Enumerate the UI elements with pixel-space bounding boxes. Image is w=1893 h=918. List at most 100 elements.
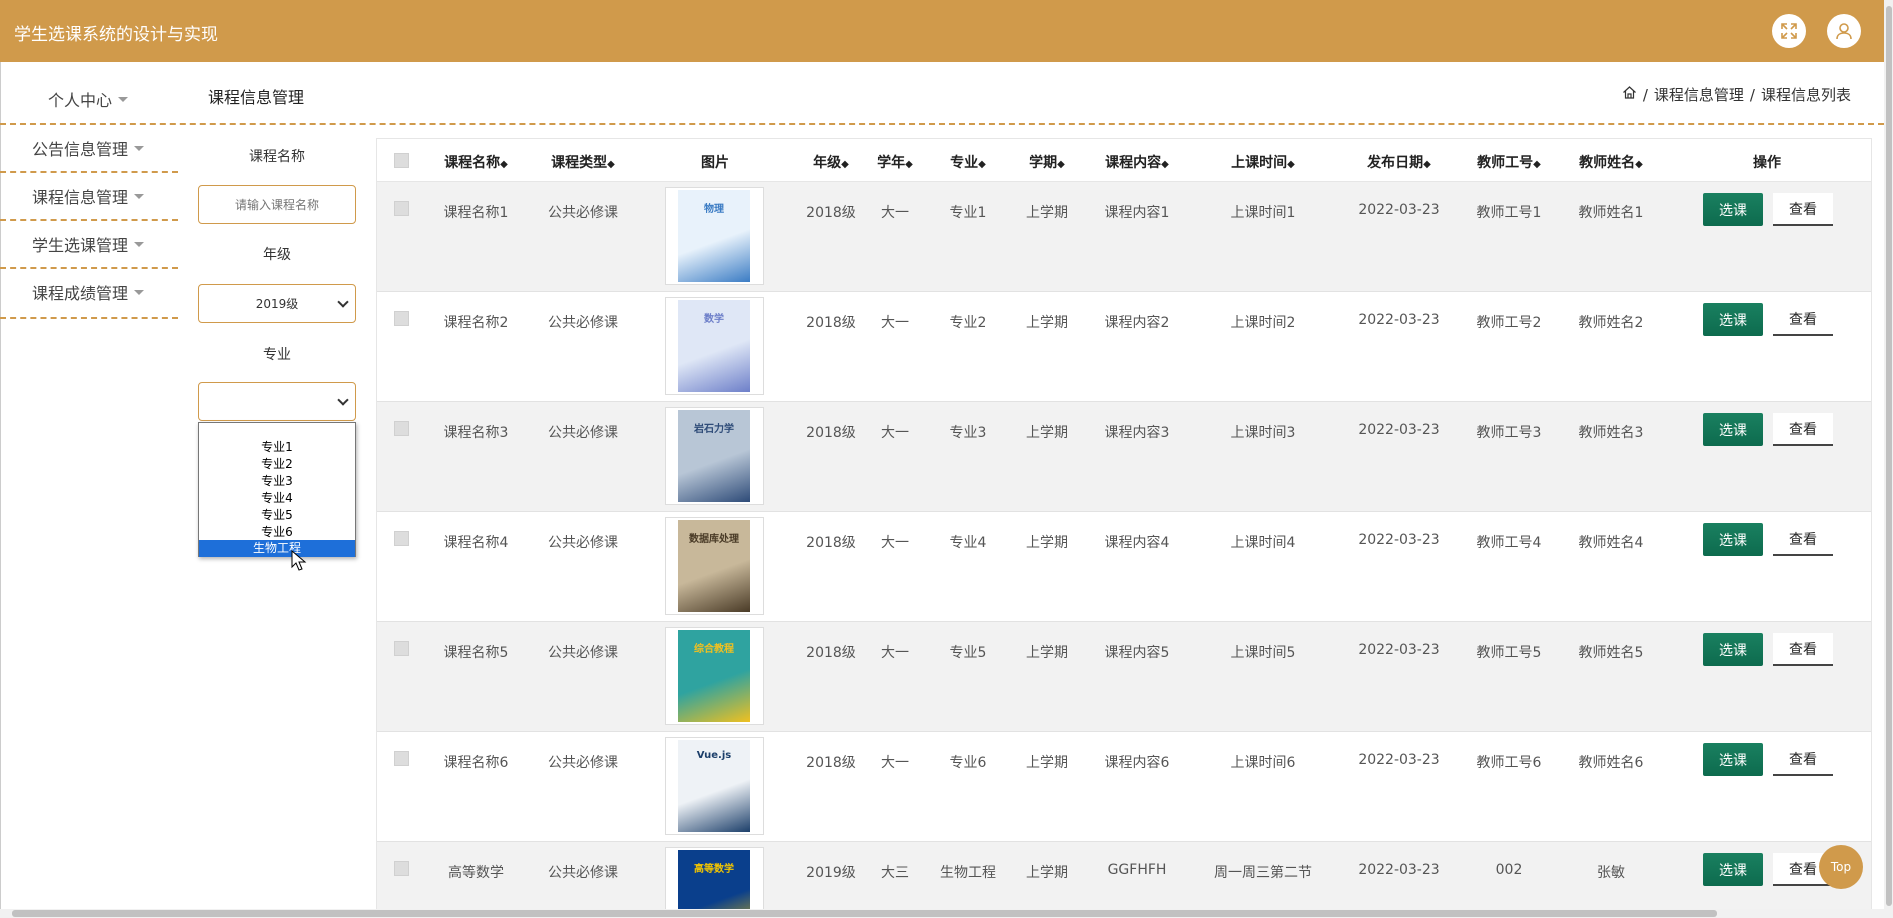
row-checkbox[interactable] <box>394 861 409 876</box>
select-course-button[interactable]: 选课 <box>1703 633 1763 666</box>
select-all-checkbox[interactable] <box>394 153 409 168</box>
cell-time: 上课时间4 <box>1230 535 1296 551</box>
cell-type: 公共必修课 <box>548 205 618 221</box>
select-course-button[interactable]: 选课 <box>1703 853 1763 886</box>
table-header: 课程名称◆ 课程类型◆ 图片 年级◆ 学年◆ 专业◆ 学期◆ 课程内容◆ 上课时… <box>377 139 1871 182</box>
cell-content: 课程内容3 <box>1104 425 1170 441</box>
cell-grade: 2018级 <box>806 645 856 661</box>
dropdown-option[interactable]: 专业4 <box>199 490 355 507</box>
cell-content: 课程内容6 <box>1104 755 1170 771</box>
table-row: 课程名称4 公共必修课 2018级 大一 专业4 上学期 课程内容4 上课时间4 2022-03… <box>377 512 1871 622</box>
page-title: 课程信息管理 <box>208 88 305 107</box>
dropdown-option[interactable]: 专业6 <box>199 524 355 541</box>
header-content[interactable]: 课程内容◆ <box>1105 152 1169 172</box>
cell-tid: 教师工号6 <box>1476 755 1542 771</box>
view-button[interactable]: 查看 <box>1773 633 1833 666</box>
course-image: 数据库处理 <box>665 517 764 615</box>
cell-tid: 教师工号3 <box>1476 425 1542 441</box>
cell-year: 大一 <box>881 315 909 331</box>
row-checkbox[interactable] <box>394 421 409 436</box>
user-icon[interactable] <box>1827 14 1861 48</box>
cell-name: 高等数学 <box>448 865 504 881</box>
select-course-button[interactable]: 选课 <box>1703 193 1763 226</box>
cell-time: 上课时间2 <box>1230 315 1296 331</box>
back-to-top-button[interactable]: Top <box>1819 845 1863 889</box>
cell-tname: 教师姓名6 <box>1578 755 1644 771</box>
grade-select[interactable]: 2019级 <box>198 284 356 323</box>
major-dropdown-list: 专业1 专业2 专业3 专业4 专业5 专业6 生物工程 <box>198 422 356 557</box>
table-row: 课程名称2 公共必修课 2018级 大一 专业2 上学期 课程内容2 上课时间2 2022-03… <box>377 292 1871 402</box>
sidebar-item-label: 课程信息管理 <box>32 188 129 207</box>
cell-grade: 2018级 <box>806 535 856 551</box>
book-cover-title: 高等数学 <box>694 864 734 875</box>
cell-grade: 2018级 <box>806 755 856 771</box>
header-grade[interactable]: 年级◆ <box>813 152 849 172</box>
view-button[interactable]: 查看 <box>1773 523 1833 556</box>
cell-grade: 2018级 <box>806 205 856 221</box>
view-button[interactable]: 查看 <box>1773 743 1833 776</box>
top-bar: 学生选课系统的设计与实现 <box>0 0 1884 62</box>
sort-icon: ◆ <box>1635 159 1643 170</box>
select-course-button[interactable]: 选课 <box>1703 743 1763 776</box>
cell-name: 课程名称5 <box>443 645 509 661</box>
cell-tname: 教师姓名2 <box>1578 315 1644 331</box>
vertical-scrollbar-thumb[interactable] <box>1886 6 1892 906</box>
select-course-button[interactable]: 选课 <box>1703 523 1763 556</box>
cell-content: 课程内容4 <box>1104 535 1170 551</box>
sort-icon: ◆ <box>905 159 913 170</box>
cell-term: 上学期 <box>1026 645 1068 661</box>
horizontal-scrollbar-thumb[interactable] <box>12 910 1717 917</box>
course-name-input[interactable] <box>198 185 356 224</box>
sidebar-item-personal-center[interactable]: 个人中心 <box>48 75 226 123</box>
cell-tname: 教师姓名3 <box>1578 425 1644 441</box>
breadcrumb: / 课程信息管理 / 课程信息列表 <box>1622 84 1851 105</box>
cell-content: GGFHFH <box>1107 862 1167 878</box>
view-button[interactable]: 查看 <box>1773 303 1833 336</box>
major-select[interactable] <box>198 382 356 421</box>
dropdown-option-selected[interactable]: 生物工程 <box>199 540 355 557</box>
select-course-button[interactable]: 选课 <box>1703 413 1763 446</box>
cell-content: 课程内容5 <box>1104 645 1170 661</box>
dropdown-option[interactable]: 专业2 <box>199 456 355 473</box>
header-date[interactable]: 发布日期◆ <box>1367 152 1431 172</box>
header-teacher-name[interactable]: 教师姓名◆ <box>1579 152 1643 172</box>
expand-icon[interactable] <box>1772 14 1806 48</box>
header-time[interactable]: 上课时间◆ <box>1231 152 1295 172</box>
home-icon[interactable] <box>1622 85 1637 104</box>
row-checkbox[interactable] <box>394 311 409 326</box>
breadcrumb-separator: / <box>1749 85 1755 104</box>
cell-tid: 教师工号4 <box>1476 535 1542 551</box>
row-checkbox[interactable] <box>394 641 409 656</box>
cell-name: 课程名称6 <box>443 755 509 771</box>
chevron-down-icon <box>118 96 129 102</box>
header-teacher-id[interactable]: 教师工号◆ <box>1477 152 1541 172</box>
book-cover-title: 数据库处理 <box>689 534 739 545</box>
view-button[interactable]: 查看 <box>1773 193 1833 226</box>
cell-date: 2022-03-23 <box>1358 862 1440 878</box>
header-term[interactable]: 学期◆ <box>1029 152 1065 172</box>
view-button[interactable]: 查看 <box>1773 413 1833 446</box>
course-table: 课程名称◆ 课程类型◆ 图片 年级◆ 学年◆ 专业◆ 学期◆ 课程内容◆ 上课时… <box>376 138 1872 918</box>
breadcrumb-level1[interactable]: 课程信息管理 <box>1654 84 1744 105</box>
grade-label: 年级 <box>263 247 291 263</box>
dropdown-option[interactable]: 专业3 <box>199 473 355 490</box>
row-checkbox[interactable] <box>394 201 409 216</box>
cell-tid: 教师工号1 <box>1476 205 1542 221</box>
dropdown-option[interactable]: 专业1 <box>199 439 355 456</box>
sidebar-item-notice[interactable]: 公告信息管理 <box>32 124 210 172</box>
course-image: 高等数学 <box>665 847 764 918</box>
row-checkbox[interactable] <box>394 531 409 546</box>
dropdown-option[interactable]: 专业5 <box>199 507 355 524</box>
sidebar-item-student-selection[interactable]: 学生选课管理 <box>32 220 210 268</box>
header-course-type[interactable]: 课程类型◆ <box>551 152 615 172</box>
header-course-name[interactable]: 课程名称◆ <box>444 152 508 172</box>
cell-content: 课程内容2 <box>1104 315 1170 331</box>
sidebar-item-course-info[interactable]: 课程信息管理 <box>32 172 210 220</box>
row-checkbox[interactable] <box>394 751 409 766</box>
cell-name: 课程名称4 <box>443 535 509 551</box>
sidebar-item-grades[interactable]: 课程成绩管理 <box>32 268 210 316</box>
select-course-button[interactable]: 选课 <box>1703 303 1763 336</box>
header-year[interactable]: 学年◆ <box>877 152 913 172</box>
sort-icon: ◆ <box>500 159 508 170</box>
header-major[interactable]: 专业◆ <box>950 152 986 172</box>
